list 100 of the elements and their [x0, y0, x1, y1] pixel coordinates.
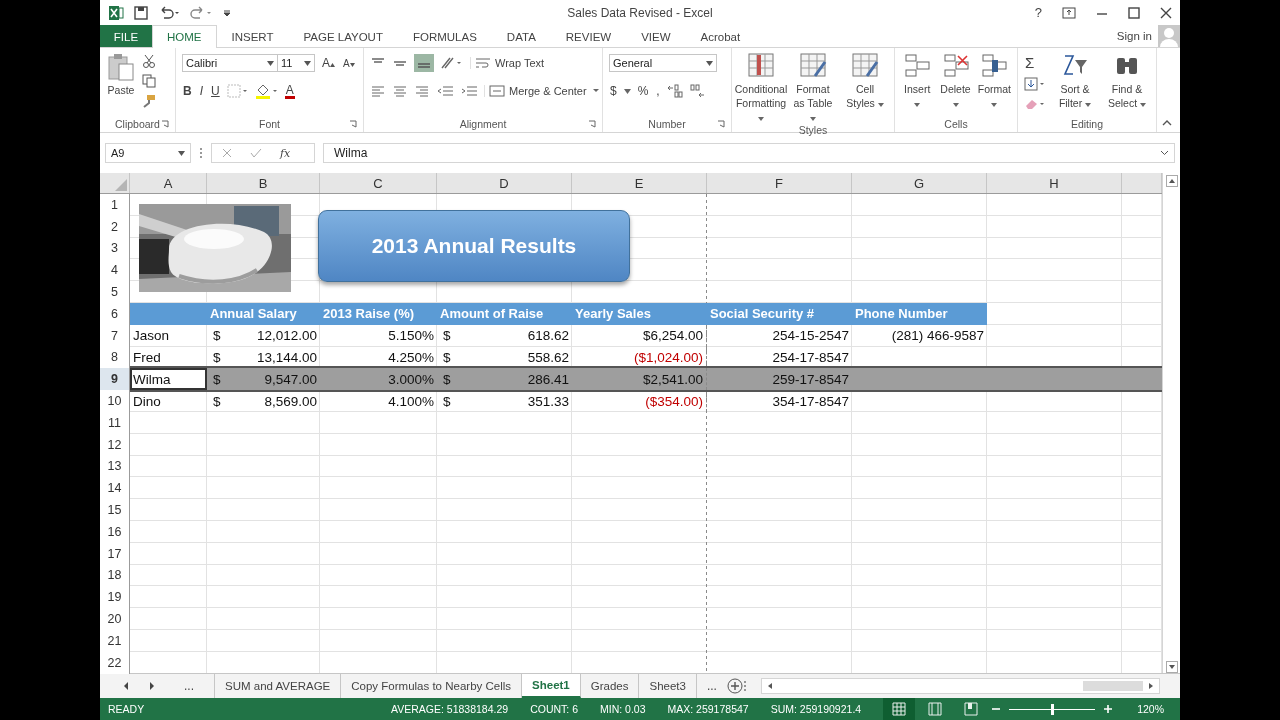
sheet-tab[interactable]: Sheet1 — [522, 673, 581, 698]
column-header[interactable]: F — [707, 173, 852, 193]
delete-cells-button[interactable]: Delete — [939, 52, 972, 110]
number-format-field[interactable]: General — [609, 54, 717, 72]
horizontal-scrollbar[interactable] — [760, 678, 1160, 694]
status-stat: MAX: 259178547 — [667, 703, 749, 715]
merge-center-button[interactable]: Merge & Center — [484, 85, 601, 97]
underline-button[interactable]: U — [210, 84, 221, 98]
row-number[interactable]: 22 — [100, 651, 130, 674]
insert-function-button[interactable]: fx — [280, 146, 291, 160]
row-number[interactable]: 9 — [100, 368, 130, 391]
grow-font-button[interactable]: A — [321, 56, 336, 70]
zoom-slider-thumb[interactable] — [1051, 703, 1055, 715]
collapse-ribbon-icon[interactable] — [1162, 119, 1172, 126]
increase-indent-icon[interactable] — [460, 84, 478, 98]
cut-icon[interactable] — [142, 54, 156, 68]
grip-icon[interactable] — [742, 680, 747, 692]
column-header[interactable]: C — [320, 173, 437, 193]
help-button[interactable]: ? — [1034, 5, 1042, 20]
dialog-launcher-icon[interactable] — [588, 120, 596, 128]
grip-icon — [199, 147, 203, 159]
cell-styles-button[interactable]: Cell Styles — [842, 52, 888, 110]
sign-in-link[interactable]: Sign in — [1116, 30, 1152, 42]
dialog-launcher-icon[interactable] — [161, 120, 169, 128]
clipboard-icon — [106, 52, 136, 82]
ribbon-tab[interactable]: VIEW — [626, 25, 686, 47]
shrink-font-button[interactable]: A — [342, 57, 356, 69]
save-icon[interactable] — [134, 5, 148, 20]
table-cell-text: (281) 466-9587 — [890, 327, 985, 346]
format-painter-icon[interactable] — [142, 94, 156, 108]
scroll-up-icon[interactable] — [1165, 175, 1178, 187]
percent-button[interactable]: % — [636, 84, 650, 98]
fill-icon[interactable] — [1024, 77, 1046, 91]
ribbon-tab[interactable]: HOME — [152, 25, 217, 48]
italic-button[interactable]: I — [198, 84, 204, 98]
comma-button[interactable]: , — [655, 84, 661, 98]
cancel-icon[interactable] — [222, 148, 232, 158]
ribbon-display-icon[interactable] — [1062, 6, 1076, 19]
ribbon-tab[interactable]: REVIEW — [550, 25, 627, 47]
decrease-decimal-icon[interactable] — [688, 84, 705, 98]
previous-sheet-icon[interactable] — [122, 681, 130, 691]
column-header[interactable]: A — [130, 173, 207, 193]
dialog-launcher-icon[interactable] — [717, 120, 725, 128]
format-as-table-button[interactable]: Format as Table — [790, 52, 836, 124]
column-header[interactable]: E — [572, 173, 707, 193]
close-icon[interactable] — [1160, 6, 1172, 19]
paste-button[interactable]: Paste — [106, 52, 136, 96]
dialog-launcher-icon[interactable] — [349, 120, 357, 128]
table-cell-text: 4.250% — [387, 348, 435, 367]
file-tab[interactable]: FILE — [100, 25, 152, 47]
caret-icon — [991, 103, 998, 107]
formula-field[interactable]: Wilma — [323, 143, 1175, 163]
fill-color-icon[interactable] — [254, 83, 279, 99]
status-stat: MIN: 0.03 — [599, 703, 646, 715]
font-color-button[interactable]: A — [284, 83, 295, 99]
ribbon-tab[interactable]: DATA — [491, 25, 551, 47]
orientation-icon[interactable] — [440, 56, 464, 70]
column-header[interactable]: B — [207, 173, 320, 193]
zoom-level[interactable]: 120% — [1137, 703, 1164, 715]
zoom-in-icon[interactable] — [1103, 704, 1114, 714]
increase-decimal-icon[interactable] — [666, 84, 683, 98]
align-bottom-icon[interactable] — [414, 54, 434, 72]
align-right-icon[interactable] — [414, 84, 430, 98]
ribbon-tab[interactable]: PAGE LAYOUT — [288, 25, 398, 47]
find-select-button[interactable]: Find & Select — [1104, 52, 1150, 110]
maximize-icon[interactable] — [1128, 6, 1140, 19]
scroll-thumb[interactable] — [1083, 681, 1143, 691]
font-name-field[interactable]: Calibri — [182, 54, 278, 72]
column-header[interactable]: H — [987, 173, 1122, 193]
font-size-field[interactable]: 11 — [277, 54, 315, 72]
ribbon-tab[interactable]: Acrobat — [685, 25, 756, 47]
ribbon-tab[interactable]: INSERT — [216, 25, 289, 47]
eraser-icon[interactable] — [1024, 97, 1046, 111]
redo-icon[interactable] — [190, 5, 212, 20]
more-sheets-button[interactable]: ... — [696, 679, 727, 693]
name-box[interactable]: A9 — [105, 143, 191, 163]
scroll-right-icon[interactable] — [1147, 681, 1155, 691]
scroll-down-icon[interactable] — [1165, 661, 1178, 673]
align-center-icon[interactable] — [392, 84, 408, 98]
column-header[interactable]: G — [852, 173, 987, 193]
add-sheet-icon[interactable] — [726, 678, 743, 694]
sort-filter-button[interactable]: Sort & Filter — [1052, 52, 1098, 110]
more-sheets-button[interactable]: ... — [174, 679, 204, 693]
autosum-button[interactable]: Σ — [1024, 54, 1046, 71]
currency-button[interactable]: $ — [609, 84, 618, 98]
copy-icon[interactable] — [142, 74, 156, 88]
enter-icon[interactable] — [250, 148, 262, 158]
excel-logo-icon — [108, 4, 124, 21]
customize-caret-icon[interactable] — [222, 7, 232, 18]
normal-view-icon[interactable] — [883, 698, 916, 720]
column-header[interactable]: D — [437, 173, 572, 193]
ribbon-tab[interactable]: FORMULAS — [397, 25, 492, 47]
align-left-icon[interactable] — [370, 84, 386, 98]
next-sheet-icon[interactable] — [148, 681, 156, 691]
wrap-text-button[interactable]: Wrap Text — [470, 57, 545, 69]
bold-button[interactable]: B — [182, 84, 193, 98]
decrease-indent-icon[interactable] — [436, 84, 454, 98]
column-title: 2013 Raise (%) — [320, 303, 437, 325]
insert-cells-button[interactable]: Insert — [901, 52, 934, 110]
format-cells-button[interactable]: Format — [977, 52, 1011, 110]
